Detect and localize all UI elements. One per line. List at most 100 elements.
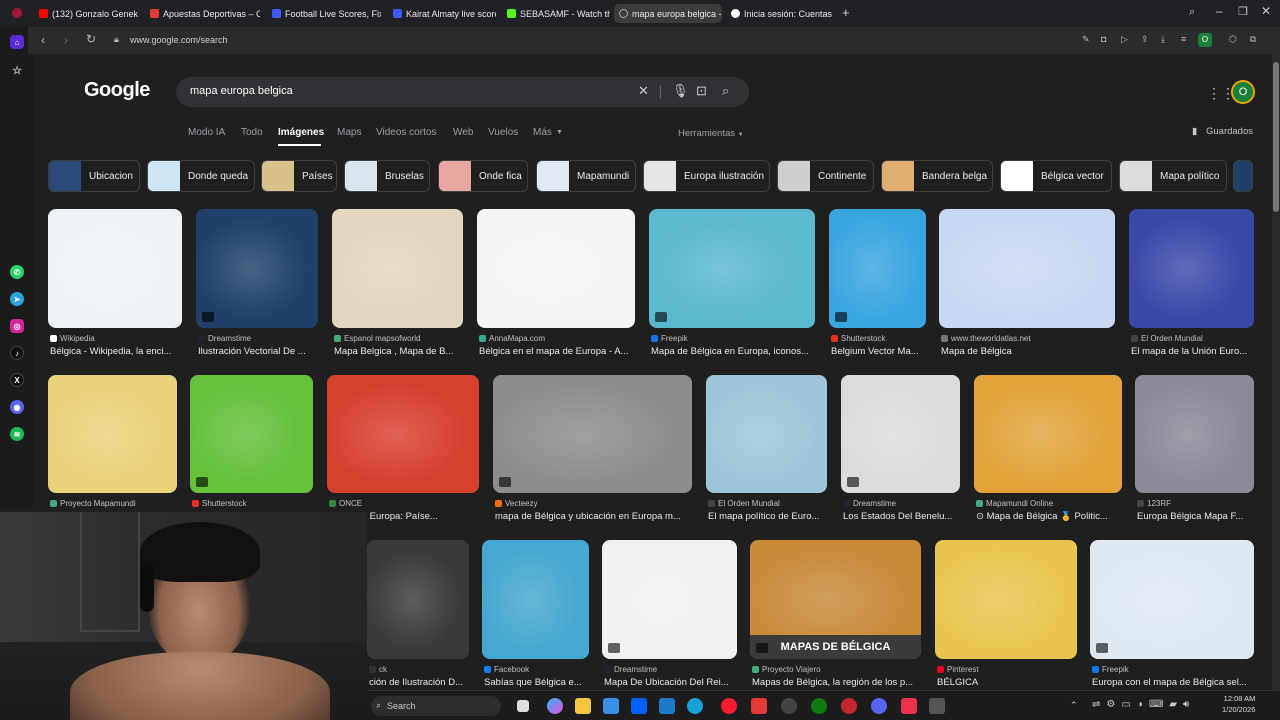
search-icon[interactable]: ⌕: [722, 83, 729, 99]
tab-imagenes[interactable]: Imágenes: [278, 127, 324, 138]
taskbar-clock[interactable]: 12:08 AM 1/20/2026: [1222, 693, 1255, 715]
result-source[interactable]: ONCE: [329, 499, 481, 508]
whatsapp-icon[interactable]: ✆: [10, 265, 24, 279]
related-search-chip[interactable]: Bandera belga: [881, 160, 993, 192]
result-thumbnail[interactable]: [332, 209, 463, 328]
result-thumbnail[interactable]: [706, 375, 827, 493]
result-title[interactable]: Belgium Vector Ma...: [831, 346, 928, 357]
result-title[interactable]: Bélgica - Wikipedia, la enci...: [50, 346, 184, 357]
result-source[interactable]: Mapamundi Online: [976, 499, 1124, 508]
x-twitter-icon[interactable]: X: [10, 373, 24, 387]
tab-vuelos[interactable]: Vuelos: [488, 127, 518, 138]
image-result[interactable]: www.theworldatlas.net Mapa de Bélgica: [939, 209, 1115, 364]
clear-icon[interactable]: ✕: [638, 83, 649, 99]
tray-chevron-icon[interactable]: ⌃: [1070, 700, 1078, 711]
page-scrollbar[interactable]: [1272, 54, 1280, 694]
result-thumbnail[interactable]: [482, 540, 589, 659]
image-result[interactable]: Freepik Mapa de Bélgica en Europa, iconos…: [649, 209, 815, 364]
result-thumbnail[interactable]: [196, 209, 318, 328]
calculator-icon[interactable]: [603, 698, 619, 714]
tab-web[interactable]: Web: [453, 127, 473, 138]
dropbox-icon[interactable]: [631, 698, 647, 714]
result-thumbnail[interactable]: [1090, 540, 1254, 659]
result-title[interactable]: Sabías que Bélgica e...: [484, 677, 591, 688]
browser-tab-active[interactable]: mapa europa belgica - B: [614, 4, 722, 23]
result-title[interactable]: Los Estados Del Benelu...: [843, 511, 962, 522]
obs-icon[interactable]: [841, 698, 857, 714]
vscode-icon[interactable]: [659, 698, 675, 714]
related-search-chip[interactable]: Onde fica: [438, 160, 528, 192]
image-result[interactable]: Vecteezy mapa de Bélgica y ubicación en E…: [493, 375, 692, 529]
spotify-icon[interactable]: ≋: [10, 427, 24, 441]
browser-tab[interactable]: Apuestas Deportivas – Ca: [145, 4, 260, 23]
result-title[interactable]: BÉLGICA: [937, 677, 1079, 688]
result-thumbnail[interactable]: [649, 209, 815, 328]
browser-menu-icon[interactable]: [12, 8, 22, 18]
result-title[interactable]: Ilustración Vectorial De ...: [198, 346, 320, 357]
file-explorer-icon[interactable]: [575, 698, 591, 714]
lens-icon[interactable]: ⊡: [696, 83, 707, 99]
result-title[interactable]: Mapa de Bélgica en Europa, iconos...: [651, 346, 817, 357]
tools-button[interactable]: Herramientas ▼: [678, 128, 744, 139]
result-source[interactable]: Dreamstime: [198, 334, 320, 343]
result-thumbnail[interactable]: [935, 540, 1077, 659]
instagram-icon[interactable]: ◎: [10, 319, 24, 333]
telegram-icon[interactable]: ➤: [10, 292, 24, 306]
browser-tab[interactable]: (132) Gonzalo Genek: [34, 4, 140, 23]
image-result[interactable]: Freepik Europa con el mapa de Bélgica sel…: [1090, 540, 1254, 695]
close-window-icon[interactable]: ✕: [1261, 4, 1271, 18]
image-result[interactable]: Facebook Sabías que Bélgica e...: [482, 540, 589, 695]
result-source[interactable]: Proyecto Viajero: [752, 665, 923, 674]
search-tabs-icon[interactable]: ⌕: [1189, 6, 1195, 19]
epic-icon[interactable]: [781, 698, 797, 714]
image-result[interactable]: 123RF Europa Bélgica Mapa F...: [1135, 375, 1254, 529]
tab-videos-cortos[interactable]: Videos cortos: [376, 127, 436, 138]
copilot-icon[interactable]: [547, 698, 563, 714]
image-result[interactable]: El Orden Mundial El mapa de la Unión Euro…: [1129, 209, 1254, 364]
tray-icons[interactable]: ⇌⚙▭◑⌨▰🔊︎: [1092, 699, 1195, 710]
image-result[interactable]: Shutterstock: [190, 375, 313, 529]
result-thumbnail[interactable]: [190, 375, 313, 493]
result-source[interactable]: Dreamstime: [604, 665, 739, 674]
result-title[interactable]: Mapa De Ubicación Del Rei...: [604, 677, 739, 688]
image-result[interactable]: Dreamstime Ilustración Vectorial De ...: [196, 209, 318, 364]
tab-modo-ia[interactable]: Modo IA: [188, 127, 225, 138]
result-source[interactable]: Dreamstime: [843, 499, 962, 508]
result-source[interactable]: ck: [369, 665, 471, 674]
result-source[interactable]: Espanol mapsofworld: [334, 334, 465, 343]
tiktok-icon[interactable]: ♪: [10, 346, 24, 360]
taskbar-search[interactable]: ⌕ Search: [371, 696, 501, 716]
result-source[interactable]: Vecteezy: [495, 499, 694, 508]
edge-icon[interactable]: [687, 698, 703, 714]
result-source[interactable]: Facebook: [484, 665, 591, 674]
related-search-chip[interactable]: Mapamundi: [536, 160, 636, 192]
result-source[interactable]: www.theworldatlas.net: [941, 334, 1117, 343]
forward-icon[interactable]: ›: [64, 33, 68, 47]
related-search-chip[interactable]: Europa ilustración: [643, 160, 770, 192]
result-source[interactable]: Freepik: [651, 334, 817, 343]
player-icon[interactable]: ▷: [1121, 34, 1128, 45]
ai-assistant-icon[interactable]: ⧉: [1250, 34, 1256, 45]
share-icon[interactable]: ⇪: [1141, 34, 1149, 45]
tab-mas[interactable]: Más: [533, 127, 552, 138]
mic-icon[interactable]: 🎙︎: [672, 83, 689, 99]
download-icon[interactable]: ⤓: [1161, 34, 1165, 45]
result-thumbnail[interactable]: [829, 209, 926, 328]
result-thumbnail[interactable]: [477, 209, 635, 328]
minimize-icon[interactable]: –: [1216, 4, 1223, 18]
result-title[interactable]: Mapa de Bélgica: [941, 346, 1117, 357]
result-title[interactable]: El mapa de la Unión Euro...: [1131, 346, 1256, 357]
result-title[interactable]: El mapa político de Euro...: [708, 511, 829, 522]
result-thumbnail[interactable]: [493, 375, 692, 493]
result-thumbnail[interactable]: [974, 375, 1122, 493]
result-title[interactable]: Bélgica en el mapa de Europa - A...: [479, 346, 637, 357]
result-source[interactable]: Shutterstock: [831, 334, 928, 343]
result-source[interactable]: Pinterest: [937, 665, 1079, 674]
search-box[interactable]: mapa europa belgica ✕ 🎙︎ ⊡ ⌕: [176, 77, 749, 107]
tab-maps[interactable]: Maps: [337, 127, 361, 138]
camera-icon[interactable]: ◘: [1101, 34, 1106, 44]
result-thumbnail[interactable]: [1135, 375, 1254, 493]
task-view-icon[interactable]: [517, 700, 529, 712]
result-thumbnail[interactable]: [1129, 209, 1254, 328]
opera-icon[interactable]: [721, 698, 737, 714]
